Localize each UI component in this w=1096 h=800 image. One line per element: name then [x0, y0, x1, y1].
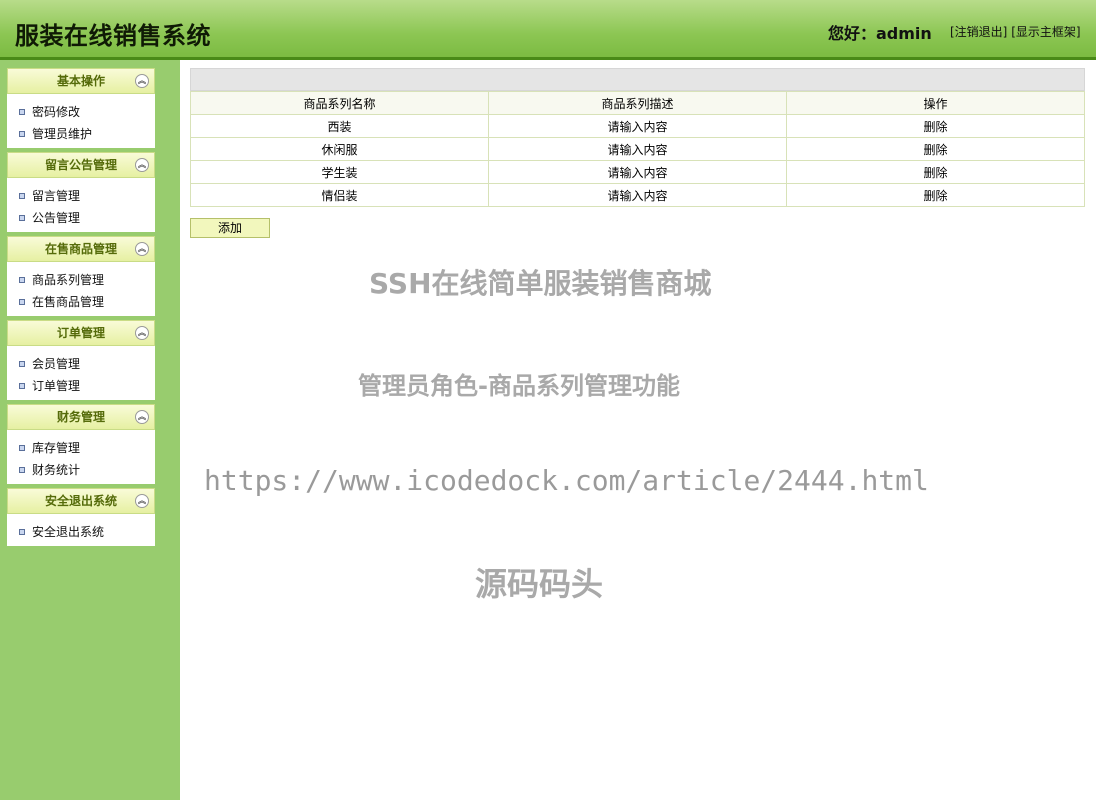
bullet-icon	[19, 383, 25, 389]
sidebar-item-products-on-sale[interactable]: 在售商品管理	[7, 291, 155, 313]
series-name-cell: 学生装	[190, 160, 489, 184]
sidebar-group-body: 库存管理 财务统计	[7, 430, 155, 484]
sidebar-group-finance: 财务管理 ︽ 库存管理 财务统计	[7, 404, 155, 484]
sidebar-item-password-change[interactable]: 密码修改	[7, 101, 155, 123]
bullet-icon	[19, 193, 25, 199]
main-content: 商品系列名称 商品系列描述 操作 西装 请输入内容 删除 休闲服 请输入内容 删…	[190, 68, 1085, 207]
collapse-icon[interactable]: ︽	[135, 326, 149, 340]
table-header-row: 商品系列名称 商品系列描述 操作	[190, 91, 1085, 115]
table-row: 西装 请输入内容 删除	[190, 114, 1085, 138]
sidebar-group-header[interactable]: 订单管理 ︽	[7, 320, 155, 346]
series-desc-cell: 请输入内容	[488, 160, 787, 184]
series-name-cell: 西装	[190, 114, 489, 138]
sidebar-item-label: 库存管理	[32, 441, 81, 455]
bullet-icon	[19, 467, 25, 473]
delete-link[interactable]: 删除	[786, 183, 1085, 207]
watermark-url: https://www.icodedock.com/article/2444.h…	[204, 464, 929, 497]
sidebar-group-body: 留言管理 公告管理	[7, 178, 155, 232]
bullet-icon	[19, 109, 25, 115]
table-row: 情侣装 请输入内容 删除	[190, 183, 1085, 207]
sidebar-item-safe-logout[interactable]: 安全退出系统	[7, 521, 155, 543]
sidebar-group-body: 安全退出系统	[7, 514, 155, 546]
sidebar-item-label: 管理员维护	[32, 127, 93, 141]
sidebar-item-label: 商品系列管理	[32, 273, 105, 287]
collapse-icon[interactable]: ︽	[135, 410, 149, 424]
sidebar-group-title: 财务管理	[56, 410, 105, 424]
sidebar-group-header[interactable]: 财务管理 ︽	[7, 404, 155, 430]
show-main-frame-link[interactable]: [显示主框架]	[1011, 25, 1080, 39]
sidebar-item-label: 密码修改	[32, 105, 81, 119]
app-header: 服装在线销售系统 您好：admin [注销退出] [显示主框架]	[0, 0, 1096, 60]
series-name-cell: 休闲服	[190, 137, 489, 161]
delete-link[interactable]: 删除	[786, 137, 1085, 161]
collapse-icon[interactable]: ︽	[135, 158, 149, 172]
sidebar-group-title: 在售商品管理	[44, 242, 117, 256]
sidebar-group-body: 商品系列管理 在售商品管理	[7, 262, 155, 316]
sidebar-item-admin-maintenance[interactable]: 管理员维护	[7, 123, 155, 145]
sidebar-group-orders: 订单管理 ︽ 会员管理 订单管理	[7, 320, 155, 400]
sidebar-item-label: 在售商品管理	[32, 295, 105, 309]
sidebar: 基本操作 ︽ 密码修改 管理员维护 留言公告管理 ︽ 留言管理 公告管理 在售商…	[0, 60, 180, 800]
sidebar-group-header[interactable]: 安全退出系统 ︽	[7, 488, 155, 514]
user-greeting: 您好：admin	[828, 24, 932, 43]
sidebar-group-title: 订单管理	[56, 326, 105, 340]
bullet-icon	[19, 361, 25, 367]
series-desc-cell: 请输入内容	[488, 183, 787, 207]
table-toolbar	[190, 68, 1085, 91]
watermark-brand: 源码码头	[475, 565, 604, 603]
sidebar-group-basic: 基本操作 ︽ 密码修改 管理员维护	[7, 68, 155, 148]
column-header-operation: 操作	[786, 91, 1085, 115]
sidebar-item-finance-stats[interactable]: 财务统计	[7, 459, 155, 481]
sidebar-group-header[interactable]: 基本操作 ︽	[7, 68, 155, 94]
collapse-icon[interactable]: ︽	[135, 494, 149, 508]
collapse-icon[interactable]: ︽	[135, 242, 149, 256]
sidebar-item-label: 公告管理	[32, 211, 81, 225]
bullet-icon	[19, 445, 25, 451]
bullet-icon	[19, 529, 25, 535]
sidebar-group-title: 留言公告管理	[44, 158, 117, 172]
table-row: 休闲服 请输入内容 删除	[190, 137, 1085, 161]
sidebar-item-label: 订单管理	[32, 379, 81, 393]
sidebar-group-header[interactable]: 在售商品管理 ︽	[7, 236, 155, 262]
sidebar-group-body: 会员管理 订单管理	[7, 346, 155, 400]
column-header-series-name: 商品系列名称	[190, 91, 489, 115]
sidebar-group-logout: 安全退出系统 ︽ 安全退出系统	[7, 488, 155, 546]
sidebar-group-messages: 留言公告管理 ︽ 留言管理 公告管理	[7, 152, 155, 232]
bullet-icon	[19, 277, 25, 283]
add-button[interactable]: 添加	[190, 218, 270, 238]
app-title: 服装在线销售系统	[15, 22, 211, 50]
watermark-subtitle: 管理员角色-商品系列管理功能	[358, 372, 680, 400]
sidebar-item-label: 安全退出系统	[32, 525, 105, 539]
series-desc-cell: 请输入内容	[488, 114, 787, 138]
bullet-icon	[19, 299, 25, 305]
watermark-title: SSH在线简单服装销售商城	[369, 267, 712, 300]
sidebar-item-label: 留言管理	[32, 189, 81, 203]
sidebar-group-products: 在售商品管理 ︽ 商品系列管理 在售商品管理	[7, 236, 155, 316]
sidebar-item-member-management[interactable]: 会员管理	[7, 353, 155, 375]
sidebar-group-title: 基本操作	[56, 74, 105, 88]
sidebar-item-product-series[interactable]: 商品系列管理	[7, 269, 155, 291]
delete-link[interactable]: 删除	[786, 160, 1085, 184]
header-links: [注销退出] [显示主框架]	[950, 23, 1081, 40]
logout-link[interactable]: [注销退出]	[950, 25, 1007, 39]
table-row: 学生装 请输入内容 删除	[190, 160, 1085, 184]
delete-link[interactable]: 删除	[786, 114, 1085, 138]
product-series-table: 商品系列名称 商品系列描述 操作 西装 请输入内容 删除 休闲服 请输入内容 删…	[190, 91, 1085, 207]
series-desc-cell: 请输入内容	[488, 137, 787, 161]
sidebar-item-label: 财务统计	[32, 463, 81, 477]
sidebar-item-message-management[interactable]: 留言管理	[7, 185, 155, 207]
bullet-icon	[19, 215, 25, 221]
collapse-icon[interactable]: ︽	[135, 74, 149, 88]
sidebar-group-body: 密码修改 管理员维护	[7, 94, 155, 148]
sidebar-item-notice-management[interactable]: 公告管理	[7, 207, 155, 229]
column-header-series-desc: 商品系列描述	[488, 91, 787, 115]
sidebar-group-header[interactable]: 留言公告管理 ︽	[7, 152, 155, 178]
sidebar-item-label: 会员管理	[32, 357, 81, 371]
sidebar-group-title: 安全退出系统	[44, 494, 117, 508]
sidebar-item-order-management[interactable]: 订单管理	[7, 375, 155, 397]
sidebar-item-inventory[interactable]: 库存管理	[7, 437, 155, 459]
series-name-cell: 情侣装	[190, 183, 489, 207]
bullet-icon	[19, 131, 25, 137]
